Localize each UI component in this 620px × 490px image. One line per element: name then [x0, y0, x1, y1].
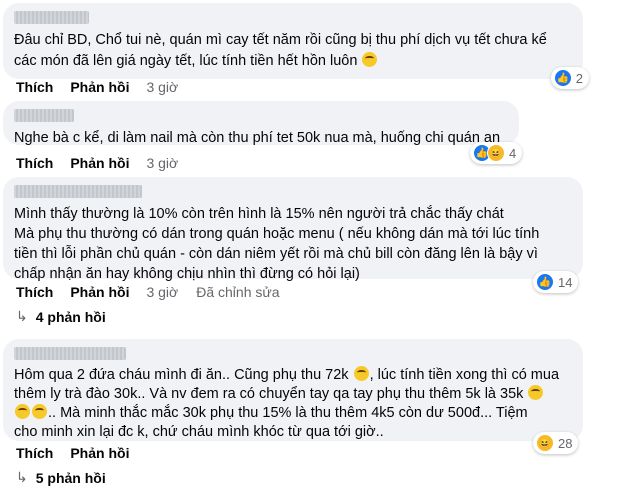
like-button[interactable]: Thích — [16, 79, 53, 95]
comment-text: Đâu chỉ BD, Chổ tui nè, quán mì cay tết … — [14, 32, 547, 69]
comment-bubble: Nghe bà c kể, di làm nail mà còn thu phí… — [3, 101, 519, 146]
grin-sweat-emoji-icon — [528, 385, 544, 400]
haha-icon: 😆 — [487, 144, 505, 162]
comment-actions: Thích Phản hồi 3 giờ Đã chỉnh sửa — [16, 284, 280, 300]
timestamp[interactable]: 3 giờ — [146, 79, 178, 95]
comment-bubble: Mình thấy thường là 10% còn trên hình là… — [3, 177, 583, 282]
author-name-blurred[interactable] — [14, 347, 126, 360]
comment-bubble: Hôm qua 2 đứa cháu mình đi ăn.. Cũng phụ… — [3, 339, 583, 441]
comment-actions: Thích Phản hồi 3 giờ — [16, 155, 196, 171]
reaction-count: 2 — [575, 70, 583, 86]
like-icon: 👍 — [536, 273, 554, 291]
reply-arrow-icon: ↳ — [16, 469, 28, 485]
reply-button[interactable]: Phản hồi — [70, 284, 129, 300]
comment-text: Hôm qua 2 đứa cháu mình đi ăn.. Cũng phụ… — [14, 366, 560, 440]
timestamp[interactable]: 3 giờ — [146, 155, 178, 171]
timestamp[interactable]: 3 giờ — [146, 284, 178, 300]
view-replies-link[interactable]: ↳ 4 phản hồi — [16, 308, 106, 325]
replies-count: 4 phản hồi — [35, 308, 106, 325]
replies-count: 5 phản hồi — [35, 469, 106, 486]
view-replies-link[interactable]: ↳ 5 phản hồi — [16, 469, 106, 486]
grin-sweat-emoji-icon — [353, 366, 369, 381]
reaction-count: 4 — [509, 145, 517, 161]
reply-arrow-icon: ↳ — [16, 308, 28, 324]
haha-icon: 😆 — [536, 434, 554, 452]
comment-text: Mình thấy thường là 10% còn trên hình là… — [14, 206, 540, 282]
grin-sweat-emoji-icon — [32, 404, 47, 419]
edited-label[interactable]: Đã chỉnh sửa — [196, 284, 279, 300]
comment-text: Nghe bà c kể, di làm nail mà còn thu phí… — [14, 130, 501, 146]
reaction-summary[interactable]: 👍 😆 4 — [470, 142, 523, 164]
reaction-summary[interactable]: 👍 2 — [550, 67, 589, 89]
reaction-count: 28 — [558, 435, 573, 451]
author-name-blurred[interactable] — [14, 185, 142, 198]
reply-button[interactable]: Phản hồi — [70, 155, 129, 171]
grin-sweat-emoji-icon — [15, 404, 30, 419]
reply-button[interactable]: Phản hồi — [70, 445, 129, 461]
reaction-count: 14 — [558, 274, 573, 290]
like-icon: 👍 — [553, 69, 572, 87]
like-button[interactable]: Thích — [16, 155, 53, 171]
reply-button[interactable]: Phản hồi — [70, 79, 129, 95]
comment-actions: Thích Phản hồi — [16, 445, 146, 461]
like-button[interactable]: Thích — [16, 445, 53, 461]
comment-bubble: Đâu chỉ BD, Chổ tui nè, quán mì cay tết … — [3, 3, 589, 89]
author-name-blurred[interactable] — [14, 109, 74, 122]
reaction-summary[interactable]: 👍 14 — [533, 271, 579, 293]
comment-actions: Thích Phản hồi 3 giờ — [16, 79, 196, 95]
like-button[interactable]: Thích — [16, 284, 53, 300]
author-name-blurred[interactable] — [14, 11, 89, 24]
thinking-emoji-icon — [362, 52, 378, 67]
reaction-summary[interactable]: 😆 28 — [533, 432, 579, 454]
